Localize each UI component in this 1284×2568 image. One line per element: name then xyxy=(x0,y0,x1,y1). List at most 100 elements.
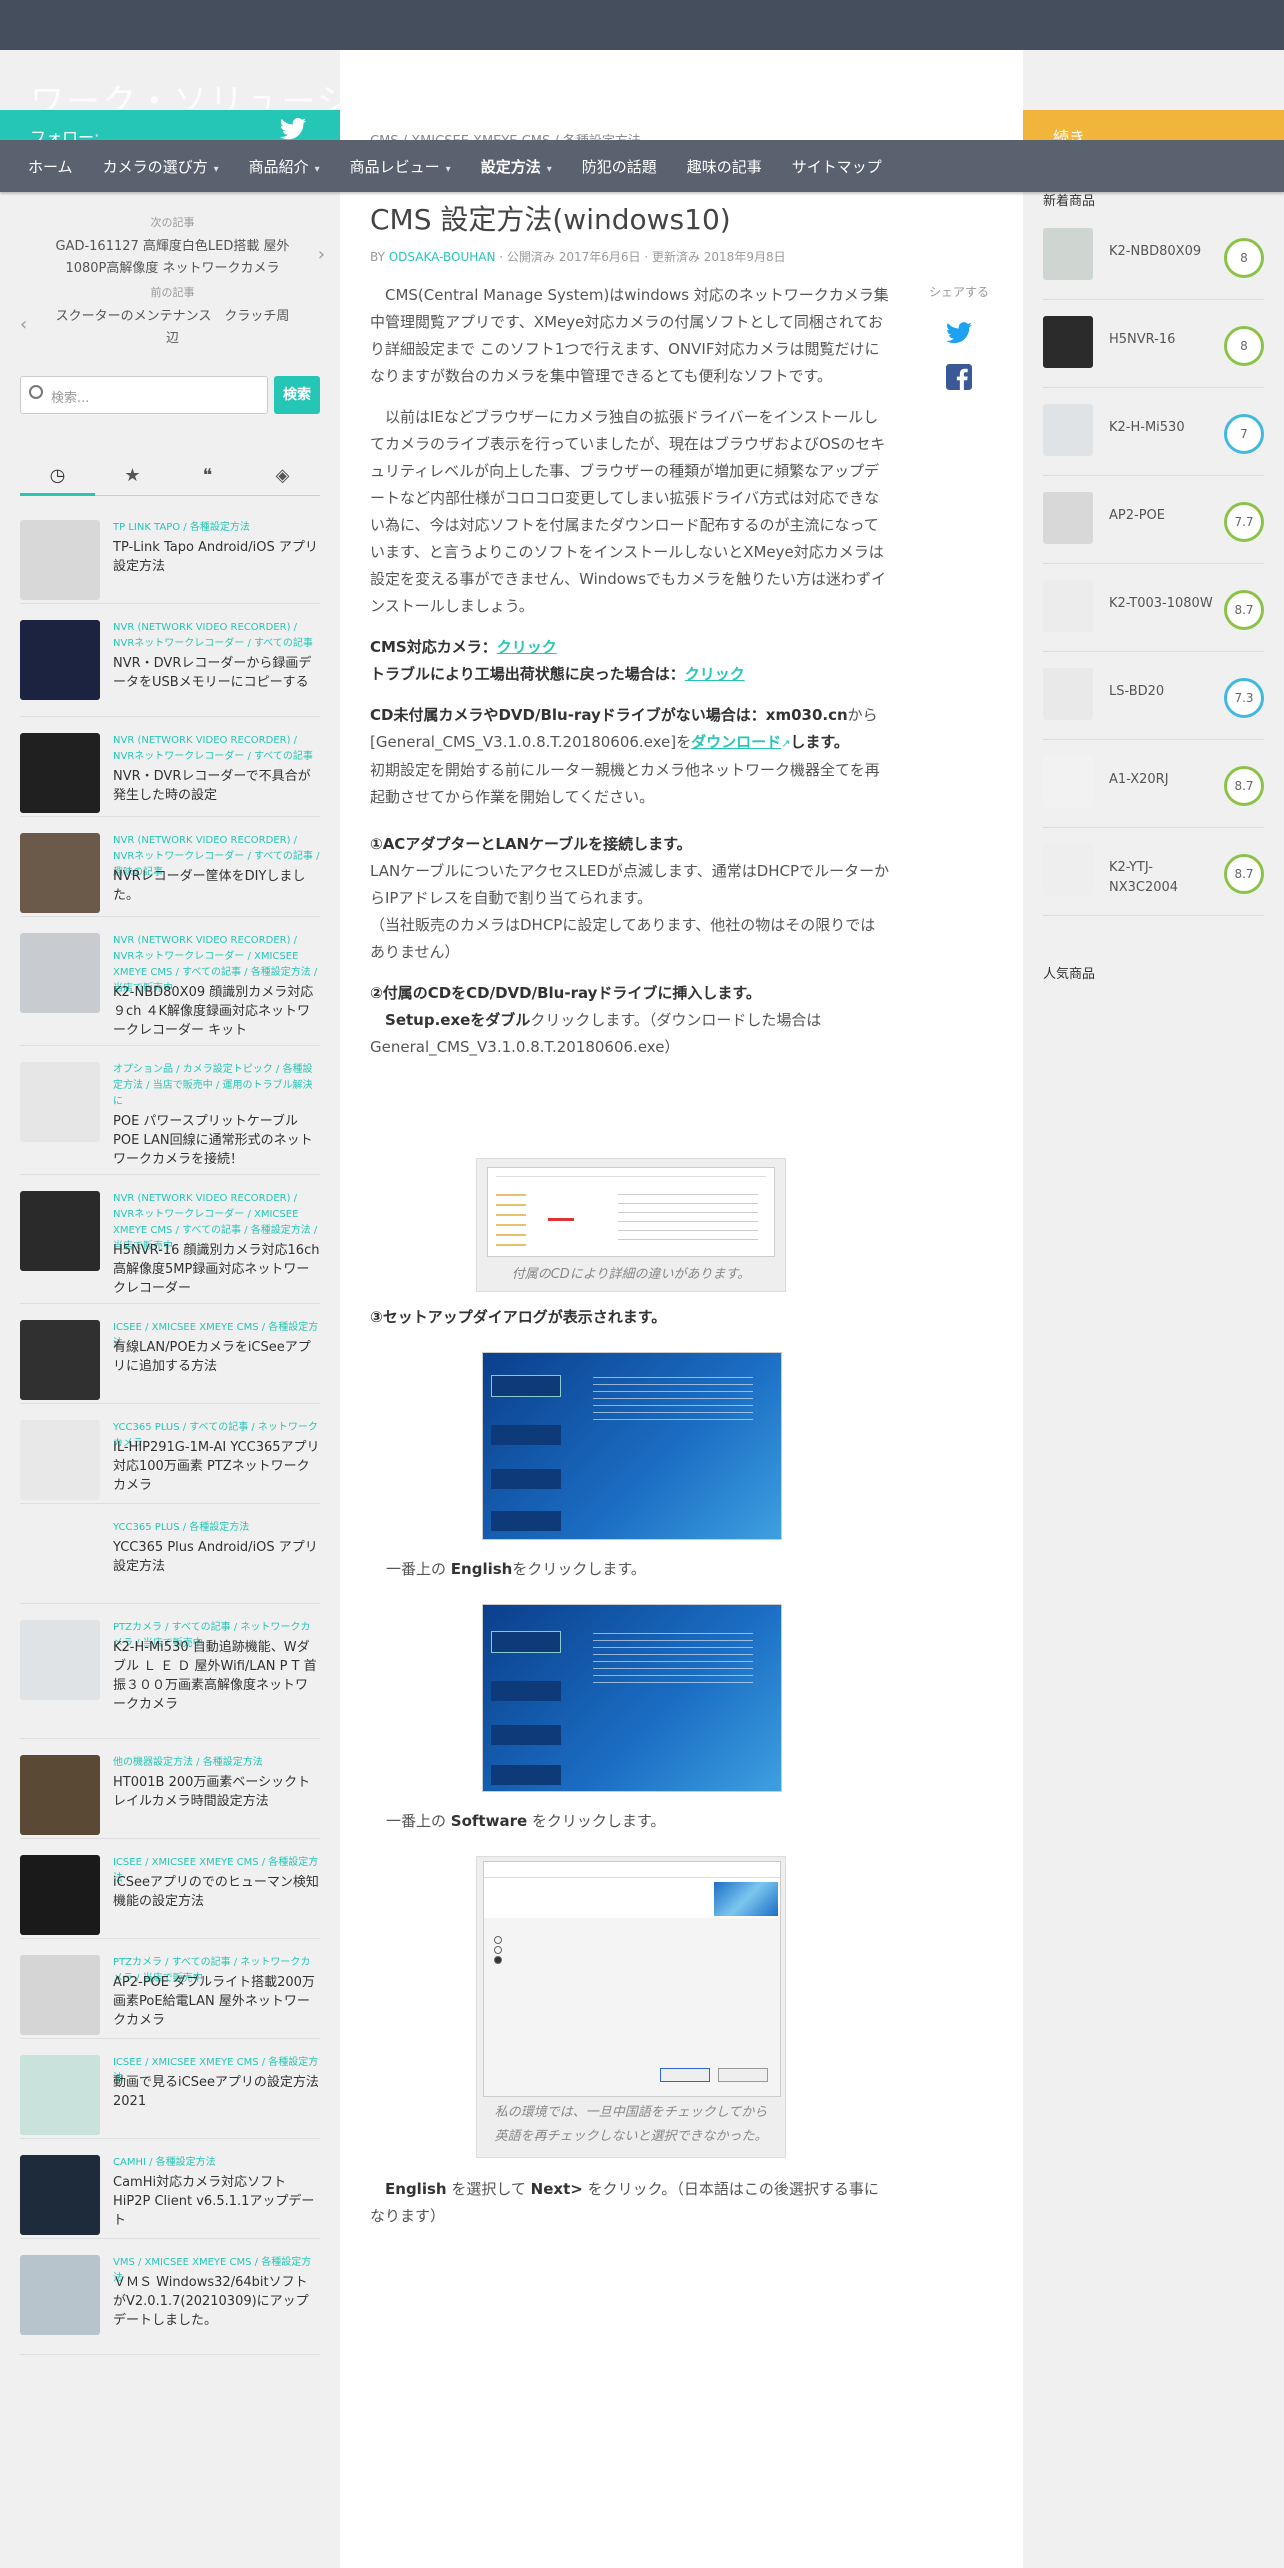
product-name[interactable]: K2-YTJ-NX3C2004 xyxy=(1109,858,1214,898)
post-title[interactable]: AP2-POE ダブルライト搭載200万画素PoE給電LAN 屋外ネットワークカ… xyxy=(113,1973,320,2030)
prev-post-title[interactable]: スクーターのメンテナンス クラッチ周辺 xyxy=(20,306,325,350)
facebook-share-icon[interactable] xyxy=(946,364,972,390)
product-thumbnail[interactable] xyxy=(1043,756,1093,808)
recent-post-item[interactable]: 他の機器設定方法 / 各種設定方法 HT001B 200万画素ベーシックトレイルカ… xyxy=(20,1751,320,1839)
new-product-item[interactable]: A1-X20RJ 8.7 xyxy=(1043,740,1264,828)
post-thumbnail[interactable] xyxy=(20,833,100,913)
prev-post-link[interactable]: 前の記事 スクーターのメンテナンス クラッチ周辺 ‹ xyxy=(20,284,325,350)
new-product-item[interactable]: LS-BD20 7.3 xyxy=(1043,652,1264,740)
product-name[interactable]: AP2-POE xyxy=(1109,506,1214,526)
recent-post-item[interactable]: NVR (NETWORK VIDEO RECORDER) / NVRネットワーク… xyxy=(20,1187,320,1304)
post-title[interactable]: ＶＭＳ Windows32/64bitソフトがV2.0.1.7(20210309… xyxy=(113,2273,320,2330)
recent-post-item[interactable]: VMS / XMICSEE XMEYE CMS / 各種設定方法 ＶＭＳ Wind… xyxy=(20,2251,320,2355)
next-post-link[interactable]: 次の記事 GAD-161127 高輝度白色LED搭載 屋外1080P高解像度 ネ… xyxy=(20,214,325,280)
post-thumbnail[interactable] xyxy=(20,1855,100,1935)
product-thumbnail[interactable] xyxy=(1043,404,1093,456)
post-title[interactable]: K2-NBD80X09 顔識別カメラ対応９ch ４K解像度録画対応ネットワークレ… xyxy=(113,983,320,1040)
post-thumbnail[interactable] xyxy=(20,620,100,700)
post-title[interactable]: CamHi対応カメラ対応ソフト HiP2P Client v6.5.1.1アップ… xyxy=(113,2173,320,2230)
star-icon[interactable]: ★ xyxy=(95,456,170,496)
nav-item-5[interactable]: 防犯の話題 xyxy=(582,156,657,177)
recent-post-item[interactable]: NVR (NETWORK VIDEO RECORDER) / NVRネットワーク… xyxy=(20,616,320,717)
product-name[interactable]: H5NVR-16 xyxy=(1109,330,1214,350)
post-title[interactable]: NVR・DVRレコーダーで不具合が発生した時の設定 xyxy=(113,767,320,805)
product-name[interactable]: K2-T003-1080W xyxy=(1109,594,1214,614)
post-thumbnail[interactable] xyxy=(20,933,100,1013)
post-categories[interactable]: オプション品 / カメラ設定トピック / 各種設定方法 / 当店で販売中 / 運… xyxy=(113,1062,320,1110)
twitter-icon[interactable] xyxy=(278,118,308,140)
recent-post-item[interactable]: TP LINK TAPO / 各種設定方法 TP-Link Tapo Androi… xyxy=(20,516,320,604)
post-title[interactable]: NVRレコーダー筐体をDIYしました。 xyxy=(113,867,320,905)
product-name[interactable]: K2-NBD80X09 xyxy=(1109,242,1214,262)
next-post-title[interactable]: GAD-161127 高輝度白色LED搭載 屋外1080P高解像度 ネットワーク… xyxy=(20,236,325,280)
post-title[interactable]: iCSeeアプリのでのヒューマン検知機能の設定方法 xyxy=(113,1873,320,1911)
product-name[interactable]: A1-X20RJ xyxy=(1109,770,1214,790)
product-name[interactable]: K2-H-Mi530 xyxy=(1109,418,1214,438)
post-title[interactable]: HT001B 200万画素ベーシックトレイルカメラ時間設定方法 xyxy=(113,1773,320,1811)
post-thumbnail[interactable] xyxy=(20,1755,100,1835)
recent-post-item[interactable]: NVR (NETWORK VIDEO RECORDER) / NVRネットワーク… xyxy=(20,929,320,1046)
product-thumbnail[interactable] xyxy=(1043,580,1093,632)
new-product-item[interactable]: AP2-POE 7.7 xyxy=(1043,476,1264,564)
post-thumbnail[interactable] xyxy=(20,1062,100,1142)
reset-link[interactable]: クリック xyxy=(685,665,745,683)
chevron-right-icon[interactable]: › xyxy=(318,244,325,265)
nav-item-3[interactable]: 商品レビュー ▾ xyxy=(350,156,451,177)
nav-item-7[interactable]: サイトマップ xyxy=(792,156,882,177)
recent-post-item[interactable]: ICSEE / XMICSEE XMEYE CMS / 各種設定方法 有線LAN/… xyxy=(20,1316,320,1404)
clock-icon[interactable]: ◷ xyxy=(20,456,95,496)
nav-item-0[interactable]: ホーム xyxy=(28,156,73,177)
post-title[interactable]: IL-HIP291G-1M-AI YCC365アプリ対応100万画素 PTZネッ… xyxy=(113,1438,320,1495)
post-title[interactable]: 有線LAN/POEカメラをiCSeeアプリに追加する方法 xyxy=(113,1338,320,1376)
recent-post-item[interactable]: NVR (NETWORK VIDEO RECORDER) / NVRネットワーク… xyxy=(20,729,320,817)
new-product-item[interactable]: H5NVR-16 8 xyxy=(1043,300,1264,388)
post-thumbnail[interactable] xyxy=(20,2055,100,2135)
new-product-item[interactable]: K2-H-Mi530 7 xyxy=(1043,388,1264,476)
post-categories[interactable]: NVR (NETWORK VIDEO RECORDER) / NVRネットワーク… xyxy=(113,620,320,652)
recent-post-item[interactable]: ICSEE / XMICSEE XMEYE CMS / 各種設定方法 動画で見るi… xyxy=(20,2051,320,2139)
post-thumbnail[interactable] xyxy=(20,520,100,600)
nav-item-6[interactable]: 趣味の記事 xyxy=(687,156,762,177)
product-thumbnail[interactable] xyxy=(1043,316,1093,368)
recent-post-item[interactable]: ICSEE / XMICSEE XMEYE CMS / 各種設定方法 iCSeeア… xyxy=(20,1851,320,1939)
post-thumbnail[interactable] xyxy=(20,1620,100,1700)
recent-post-item[interactable]: YCC365 PLUS / すべての記事 / ネットワークカメラ IL-HIP29… xyxy=(20,1416,320,1504)
post-thumbnail[interactable] xyxy=(20,1955,100,2035)
search-input[interactable]: 検索... xyxy=(20,376,268,414)
post-categories[interactable]: TP LINK TAPO / 各種設定方法 xyxy=(113,520,320,536)
recent-post-item[interactable]: YCC365 PLUS / 各種設定方法 YCC365 Plus Android/… xyxy=(20,1516,320,1604)
cms-camera-link[interactable]: クリック xyxy=(497,638,557,656)
post-categories[interactable]: CAMHI / 各種設定方法 xyxy=(113,2155,320,2171)
post-categories[interactable]: YCC365 PLUS / 各種設定方法 xyxy=(113,1520,320,1536)
post-thumbnail[interactable] xyxy=(20,1520,100,1600)
post-categories[interactable]: 他の機器設定方法 / 各種設定方法 xyxy=(113,1755,320,1771)
post-thumbnail[interactable] xyxy=(20,2255,100,2335)
comments-icon[interactable]: ❝ xyxy=(170,456,245,496)
post-categories[interactable]: NVR (NETWORK VIDEO RECORDER) / NVRネットワーク… xyxy=(113,733,320,765)
chevron-left-icon[interactable]: ‹ xyxy=(20,314,27,335)
product-name[interactable]: LS-BD20 xyxy=(1109,682,1214,702)
nav-item-1[interactable]: カメラの選び方 ▾ xyxy=(103,156,219,177)
nav-item-4[interactable]: 設定方法 ▾ xyxy=(481,156,552,177)
post-title[interactable]: NVR・DVRレコーダーから録画データをUSBメモリーにコピーする xyxy=(113,654,320,692)
new-product-item[interactable]: K2-T003-1080W 8.7 xyxy=(1043,564,1264,652)
post-title[interactable]: H5NVR-16 顔識別カメラ対応16ch高解像度5MP録画対応ネットワークレコ… xyxy=(113,1241,320,1298)
download-link[interactable]: ダウンロード xyxy=(691,733,781,751)
post-title[interactable]: YCC365 Plus Android/iOS アプリ設定方法 xyxy=(113,1538,320,1576)
post-title[interactable]: K2-H-Mi530 自動追跡機能、Wダブル Ｌ Ｅ Ｄ 屋外Wifi/LAN … xyxy=(113,1638,320,1714)
product-thumbnail[interactable] xyxy=(1043,844,1093,896)
search-button[interactable]: 検索 xyxy=(274,376,320,414)
post-thumbnail[interactable] xyxy=(20,1420,100,1500)
new-product-item[interactable]: K2-YTJ-NX3C2004 8.7 xyxy=(1043,828,1264,916)
post-thumbnail[interactable] xyxy=(20,2155,100,2235)
recent-post-item[interactable]: PTZカメラ / すべての記事 / ネットワークカメラ / 当店で販売中 AP2-… xyxy=(20,1951,320,2039)
product-thumbnail[interactable] xyxy=(1043,492,1093,544)
new-product-item[interactable]: K2-NBD80X09 8 xyxy=(1043,212,1264,300)
recent-post-item[interactable]: オプション品 / カメラ設定トピック / 各種設定方法 / 当店で販売中 / 運… xyxy=(20,1058,320,1175)
product-thumbnail[interactable] xyxy=(1043,228,1093,280)
author-link[interactable]: ODSAKA-BOUHAN xyxy=(389,250,496,264)
product-thumbnail[interactable] xyxy=(1043,668,1093,720)
post-title[interactable]: 動画で見るiCSeeアプリの設定方法2021 xyxy=(113,2073,320,2111)
tags-icon[interactable]: ◈ xyxy=(245,456,320,496)
nav-item-2[interactable]: 商品紹介 ▾ xyxy=(249,156,320,177)
